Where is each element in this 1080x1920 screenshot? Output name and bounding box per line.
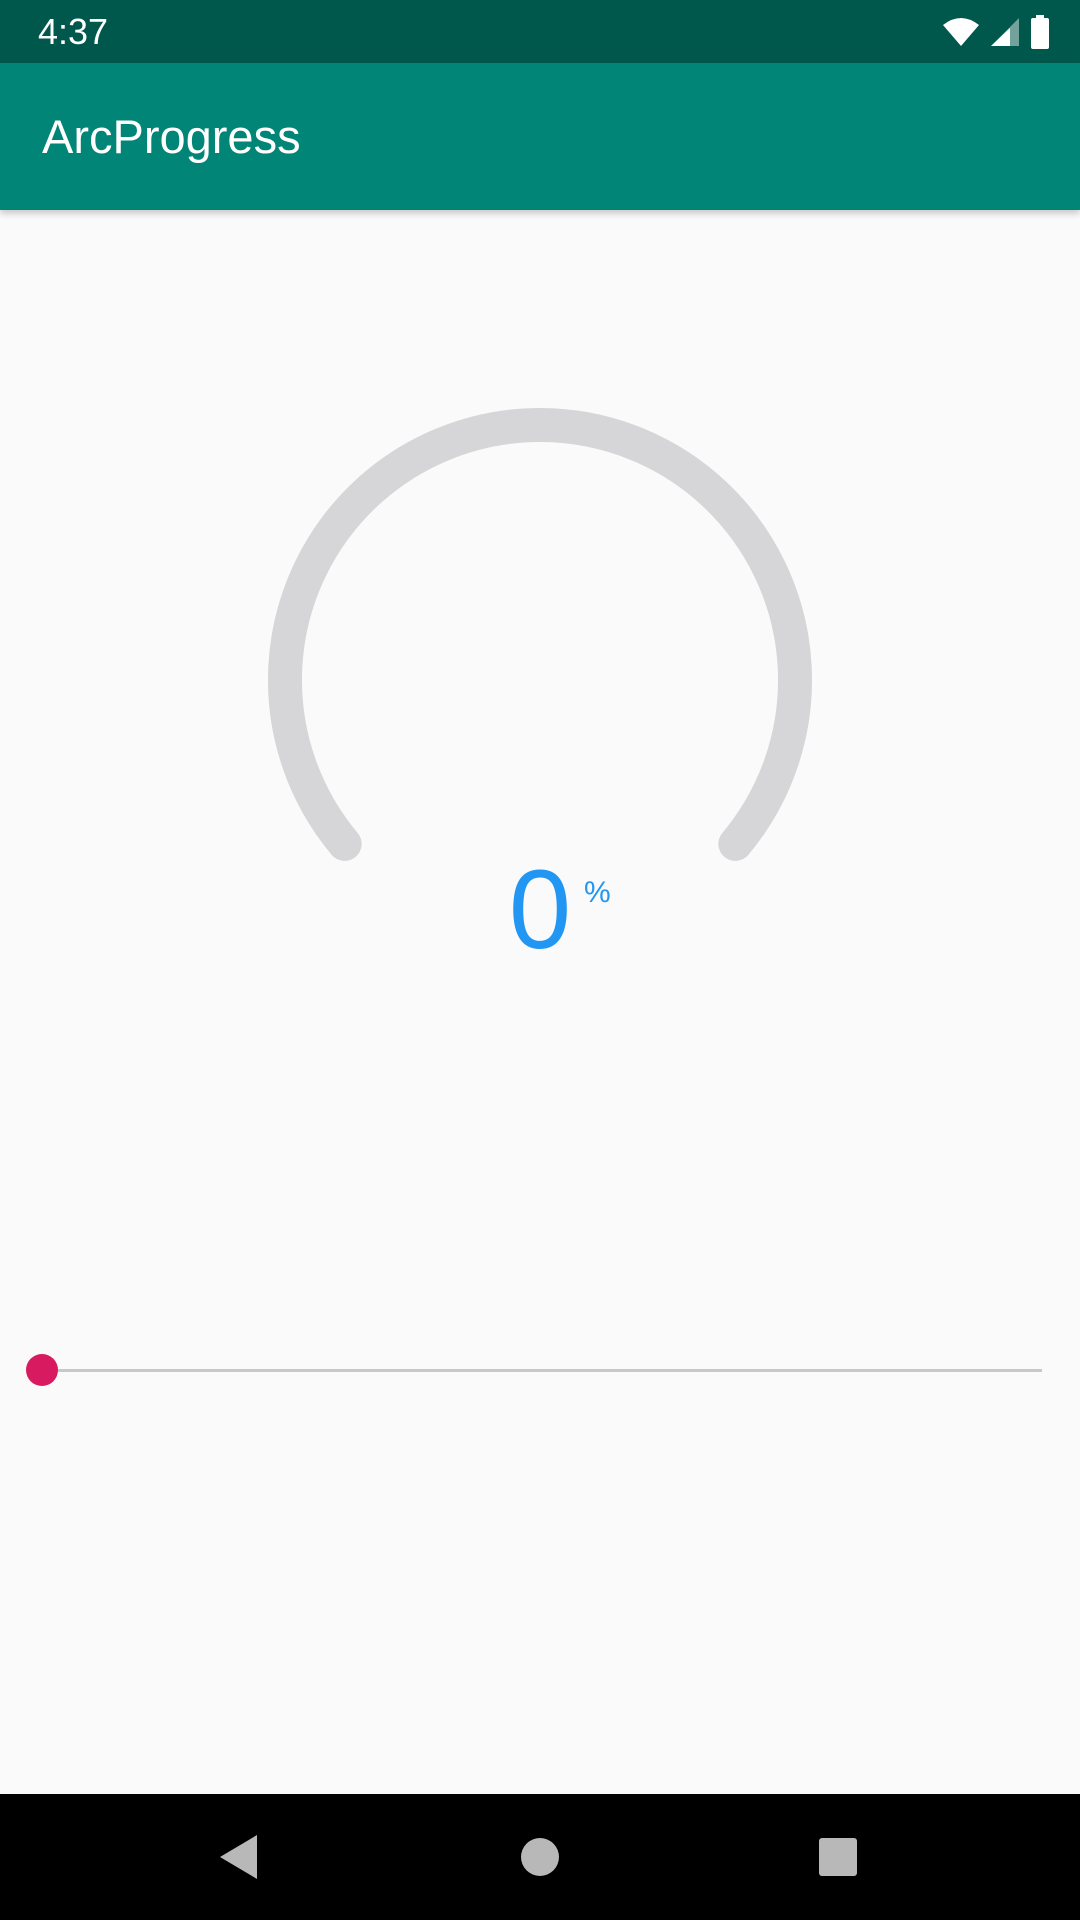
back-icon: [220, 1835, 257, 1879]
signal-icon: [990, 17, 1020, 47]
battery-icon: [1030, 15, 1050, 49]
recents-button[interactable]: [775, 1794, 901, 1920]
arc-progress-value: 0: [508, 847, 572, 972]
recents-icon: [819, 1838, 857, 1876]
arc-progress-track: [268, 408, 812, 861]
status-icons: [942, 14, 1050, 50]
seekbar-thumb[interactable]: [26, 1354, 58, 1386]
app-bar: ArcProgress: [0, 63, 1080, 210]
seekbar-track[interactable]: [42, 1369, 1042, 1372]
content-area: 0 %: [0, 210, 1080, 1794]
progress-seekbar[interactable]: [26, 1340, 1042, 1400]
screen: 4:37 ArcProgress 0 %: [0, 0, 1080, 1920]
wifi-icon: [942, 17, 980, 47]
arc-progress-suffix: %: [584, 876, 611, 909]
home-button[interactable]: [477, 1794, 603, 1920]
app-title: ArcProgress: [42, 110, 301, 163]
back-button[interactable]: [176, 1794, 302, 1920]
home-icon: [521, 1838, 559, 1876]
status-bar: 4:37: [0, 0, 1080, 63]
navigation-bar: [0, 1794, 1080, 1920]
status-time: 4:37: [38, 11, 109, 52]
